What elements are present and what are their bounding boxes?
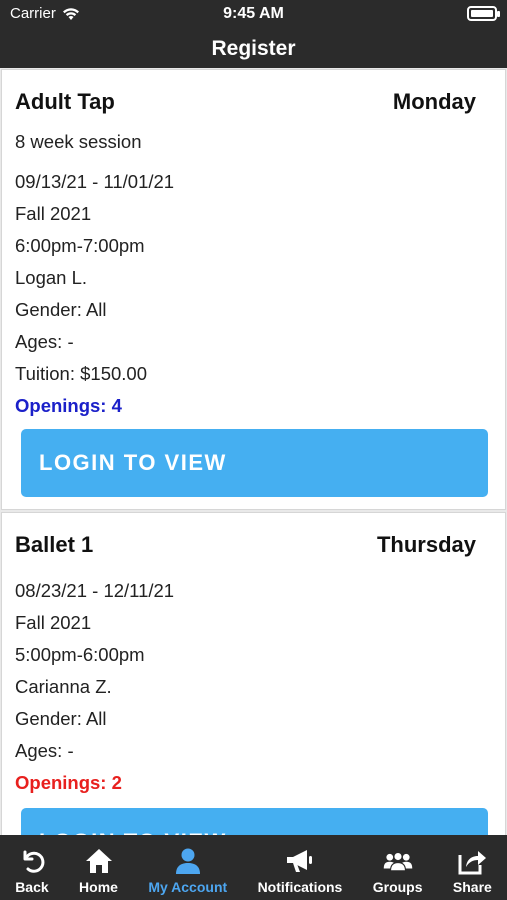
class-day: Monday: [392, 89, 476, 114]
tab-label: My Account: [148, 879, 228, 895]
class-card: Ballet 1 Thursday 08/23/21 - 12/11/21 Fa…: [1, 512, 506, 835]
battery-icon: [467, 6, 500, 21]
login-to-view-button[interactable]: LOGIN TO VIEW: [21, 808, 488, 835]
class-time: 6:00pm-7:00pm: [15, 235, 145, 256]
class-name: Adult Tap: [15, 89, 115, 114]
login-to-view-button[interactable]: LOGIN TO VIEW: [21, 429, 488, 497]
instructor: Carianna Z.: [15, 676, 112, 697]
nav-header: Register: [0, 30, 507, 68]
tab-back[interactable]: Back: [0, 835, 64, 900]
tab-share[interactable]: Share: [438, 835, 507, 900]
date-range: 08/23/21 - 12/11/21: [15, 580, 175, 601]
class-name: Ballet 1: [15, 532, 94, 557]
openings: Openings: 2: [15, 772, 122, 793]
clock: 9:45 AM: [223, 5, 284, 22]
class-details: 8 week session 09/13/21 - 11/01/21 Fall …: [15, 126, 174, 422]
tab-my-account[interactable]: My Account: [133, 835, 242, 900]
class-details: 08/23/21 - 12/11/21 Fall 2021 5:00pm-6:0…: [15, 575, 174, 799]
tab-notifications[interactable]: Notifications: [242, 835, 357, 900]
tab-bar: Back Home My Account Notifications Group…: [0, 835, 507, 900]
class-card: Adult Tap Monday 8 week session 09/13/21…: [1, 69, 506, 510]
battery-level: [471, 10, 493, 17]
instructor: Logan L.: [15, 267, 88, 288]
ages: Ages: -: [15, 331, 74, 352]
share-icon: [457, 846, 487, 876]
openings: Openings: 4: [15, 395, 122, 416]
class-day: Thursday: [376, 532, 476, 557]
card-header: Ballet 1 Thursday: [15, 532, 476, 558]
class-time: 5:00pm-6:00pm: [15, 644, 145, 665]
tab-label: Home: [79, 879, 118, 895]
tab-label: Share: [452, 879, 492, 895]
card-header: Adult Tap Monday: [15, 89, 476, 115]
tab-label: Back: [15, 879, 49, 895]
tab-label: Notifications: [257, 879, 343, 895]
person-icon: [173, 846, 203, 876]
term: Fall 2021: [15, 203, 92, 224]
home-icon: [84, 846, 114, 876]
tab-groups[interactable]: Groups: [358, 835, 438, 900]
gender: Gender: All: [15, 708, 107, 729]
page-title: Register: [211, 37, 296, 60]
megaphone-icon: [285, 846, 315, 876]
tab-home[interactable]: Home: [64, 835, 133, 900]
session-length: 8 week session: [15, 131, 142, 152]
tuition: Tuition: $150.00: [15, 363, 147, 384]
gender: Gender: All: [15, 299, 107, 320]
tab-label: Groups: [372, 879, 423, 895]
back-arrow-icon: [17, 846, 47, 876]
term: Fall 2021: [15, 612, 92, 633]
class-list[interactable]: Adult Tap Monday 8 week session 09/13/21…: [0, 68, 507, 835]
group-icon: [383, 846, 413, 876]
status-bar: Carrier 9:45 AM: [0, 0, 507, 30]
ages: Ages: -: [15, 740, 74, 761]
date-range: 09/13/21 - 11/01/21: [15, 171, 175, 192]
